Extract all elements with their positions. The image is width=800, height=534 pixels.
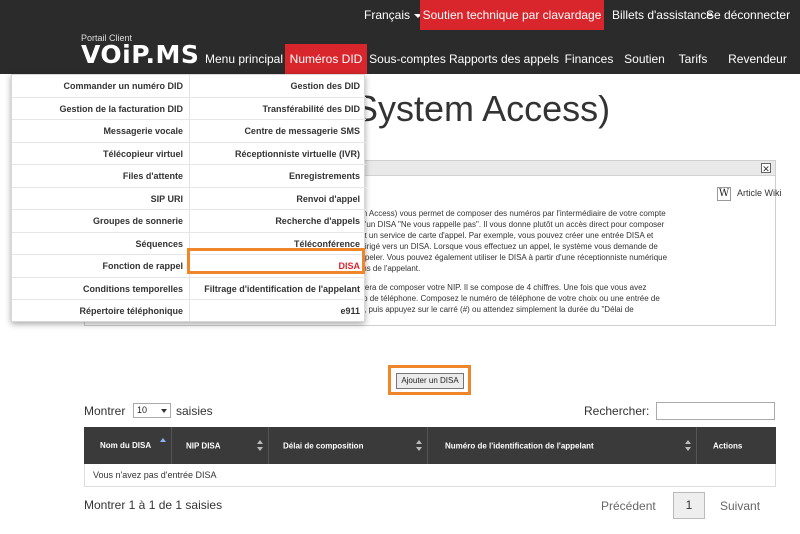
sort-ascending-icon [160,438,166,442]
menu-item-call-hunting[interactable]: Recherche d'appels [189,210,366,233]
show-entries-prefix: Montrer [84,404,126,418]
column-header-caller-id[interactable]: Numéro de l'identification de l'appelant [428,427,697,464]
menu-item-virtual-fax[interactable]: Télécopieur virtuel [12,143,189,165]
info-text-line: qu'un DISA "Ne vous rappelle pas". Il vo… [356,220,665,229]
pagination-page-1[interactable]: 1 [673,492,705,519]
table-row: Vous n'avez pas d'entrée DISA [84,464,776,487]
menu-item-call-forwarding[interactable]: Renvoi d'appel [189,188,366,210]
search-label: Rechercher: [584,404,650,418]
menu-item-ivr[interactable]: Réceptionniste virtuelle (IVR) [189,143,366,165]
info-text-line: éro de téléphone. Composez le numéro de … [356,294,660,303]
sort-icon [257,440,263,451]
close-icon[interactable]: ✕ [761,163,771,174]
column-header-disa-pin[interactable]: NIP DISA [172,427,269,464]
menu-item-manage-dids[interactable]: Gestion des DID [189,75,366,98]
menu-item-did-billing[interactable]: Gestion de la facturation DID [12,98,189,120]
nav-item-call-reports[interactable]: Rapports des appels [448,44,560,74]
page-title: d System Access) [324,88,611,129]
menu-item-time-conditions[interactable]: Conditions temporelles [12,278,189,300]
menu-item-phonebook[interactable]: Répertoire téléphonique [12,300,189,323]
info-text-line: t dirigé vers un DISA. Lorsque vous effe… [356,242,658,251]
info-text-line: em Access) vous permet de composer des n… [356,209,666,218]
nav-item-reseller[interactable]: Revendeur [715,44,800,74]
menu-item-queues[interactable]: Files d'attente [12,165,189,188]
logout-link[interactable]: Se déconnecter [706,0,790,30]
column-header-actions: Actions [713,441,743,450]
show-entries-suffix: saisies [176,404,213,418]
menu-item-e911[interactable]: e911 [189,300,366,323]
tickets-link[interactable]: Billets d'assistance [612,0,713,30]
menu-item-sip-uri[interactable]: SIP URI [12,188,189,210]
column-header-disa-name[interactable]: Nom du DISA [84,427,172,464]
wikipedia-icon[interactable]: W [717,187,731,201]
chevron-down-icon [161,409,167,413]
add-disa-button[interactable]: Ajouter un DISA [396,373,464,389]
column-header-dial-delay[interactable]: Délai de composition [269,427,428,464]
menu-item-callback[interactable]: Fonction de rappel [12,255,189,278]
pagination-next[interactable]: Suivant [720,499,760,513]
menu-item-sms-center[interactable]: Centre de messagerie SMS [189,120,366,143]
menu-item-voicemail[interactable]: Messagerie vocale [12,120,189,143]
sort-icon [416,440,422,451]
did-dropdown-menu: Commander un numéro DID Gestion de la fa… [11,74,366,323]
sort-icon [685,440,691,451]
nav-item-finances[interactable]: Finances [560,44,618,74]
nav-item-main-menu[interactable]: Menu principal [203,44,285,74]
menu-item-did-portability[interactable]: Transférabilité des DID [189,98,366,120]
logo[interactable]: VOiP.MS [81,40,199,70]
entries-value: 10 [137,405,148,415]
menu-item-conference[interactable]: Téléconférence [189,233,366,255]
pagination-previous[interactable]: Précédent [601,499,656,513]
menu-item-order-did[interactable]: Commander un numéro DID [12,75,189,98]
nav-item-subaccounts[interactable]: Sous-comptes [367,44,448,74]
nav-item-support[interactable]: Soutien [618,44,671,74]
menu-item-caller-id-filtering[interactable]: Filtrage d'identification de l'appelant [189,278,366,300]
menu-item-ring-groups[interactable]: Groupes de sonnerie [12,210,189,233]
language-label: Français [364,8,411,22]
info-text-line: fait un service de carte d'appel. Par ex… [356,231,654,240]
top-bar: Français Soutien technique par clavardag… [0,0,800,74]
table-info: Montrer 1 à 1 de 1 saisies [84,498,223,512]
nav-item-did-numbers[interactable]: Numéros DID [285,44,367,74]
menu-item-disa[interactable]: DISA [189,255,366,278]
menu-item-sequences[interactable]: Séquences [12,233,189,255]
nav-item-rates[interactable]: Tarifs [671,44,715,74]
menu-item-recordings[interactable]: Enregistrements [189,165,366,188]
info-text-line: ndera de composer votre NIP. Il se compo… [356,283,647,292]
entries-per-page-select[interactable]: 10 [133,403,171,418]
language-selector[interactable]: Français [364,0,423,30]
search-input[interactable] [656,402,775,420]
info-text-line: X), puis appuyez sur le carré (#) ou att… [356,305,634,314]
empty-table-message: Vous n'avez pas d'entrée DISA [93,470,217,480]
wiki-article-link[interactable]: Article Wiki [737,188,782,198]
chat-support-button[interactable]: Soutien technique par clavardage [420,0,604,30]
table-header: Nom du DISA NIP DISA Délai de compositio… [84,427,776,464]
info-text-line: appeler. Vous pouvez également utiliser … [356,253,668,262]
